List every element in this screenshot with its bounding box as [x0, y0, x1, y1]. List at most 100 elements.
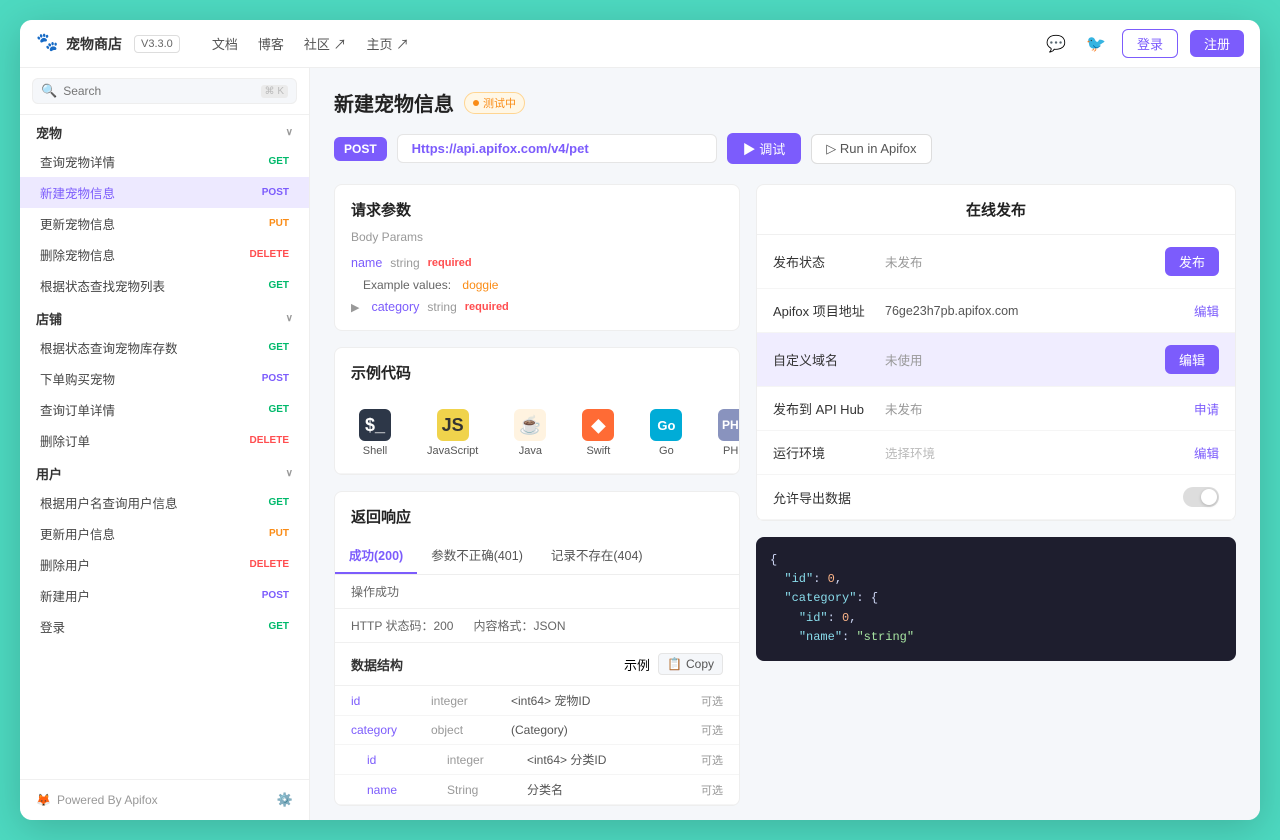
ds-field-name: id	[351, 694, 431, 708]
chevron-icon: ∨	[286, 127, 293, 138]
publish-button[interactable]: 发布	[1165, 247, 1219, 276]
section-header-pets[interactable]: 宠物 ∨	[20, 115, 309, 146]
publish-label: 发布状态	[773, 252, 873, 271]
response-info: 操作成功	[335, 575, 739, 609]
nav-home[interactable]: 主页 ↗	[366, 34, 409, 53]
param-row-category: ▶ category string required	[351, 296, 723, 318]
wechat-icon[interactable]: 💬	[1042, 30, 1070, 58]
publish-value: 未使用	[885, 350, 1153, 369]
edit-env-button[interactable]: 编辑	[1194, 443, 1219, 462]
page-title-row: 新建宠物信息 测试中	[334, 88, 1236, 117]
ds-row-category: category object (Category) 可选	[335, 716, 739, 745]
param-name: name	[351, 256, 382, 270]
run-button[interactable]: ▷ Run in Apifox	[811, 134, 931, 164]
powered-by: 🦊 Powered By Apifox	[36, 793, 158, 807]
sidebar-item-label: 删除订单	[40, 431, 90, 450]
ds-actions: 示例 📋 Copy	[624, 653, 723, 675]
ds-field-name: name	[367, 783, 447, 797]
lang-php[interactable]: PHP PHP	[710, 405, 740, 461]
sidebar-item-list-pets[interactable]: 根据状态查找宠物列表 GET	[20, 270, 309, 301]
sidebar-item-login[interactable]: 登录 GET	[20, 611, 309, 642]
ds-row-id: id integer <int64> 宠物ID 可选	[335, 686, 739, 716]
version-badge[interactable]: V3.3.0	[134, 35, 180, 53]
ds-field-desc: 分类名	[527, 781, 701, 798]
apply-button[interactable]: 申请	[1194, 399, 1219, 418]
sidebar-item-label: 更新用户信息	[40, 524, 115, 543]
sidebar-item-label: 删除宠物信息	[40, 245, 115, 264]
sidebar-item-new-pet[interactable]: 新建宠物信息 POST	[20, 177, 309, 208]
method-badge: POST	[258, 372, 293, 385]
lang-swift[interactable]: ◆ Swift	[574, 405, 622, 461]
method-badge: GET	[264, 496, 293, 509]
sidebar-item-delete-pet[interactable]: 删除宠物信息 DELETE	[20, 239, 309, 270]
register-button[interactable]: 注册	[1190, 30, 1244, 57]
param-type: string	[390, 256, 419, 270]
response-meta: HTTP 状态码：200 内容格式：JSON	[335, 609, 739, 643]
section-header-users[interactable]: 用户 ∨	[20, 456, 309, 487]
sidebar-item-order[interactable]: 下单购买宠物 POST	[20, 363, 309, 394]
tab-200[interactable]: 成功(200)	[335, 537, 417, 574]
method-badge-get: GET	[264, 155, 293, 168]
lang-go[interactable]: Go Go	[642, 405, 690, 461]
sidebar-item-order-detail[interactable]: 查询订单详情 GET	[20, 394, 309, 425]
nav-community[interactable]: 社区 ↗	[304, 34, 347, 53]
sidebar-item-delete-user[interactable]: 删除用户 DELETE	[20, 549, 309, 580]
example-code-card: 示例代码 $_ Shell JS JavaScript ☕	[334, 347, 740, 475]
publish-row-hub: 发布到 API Hub 未发布 申请	[757, 387, 1235, 431]
copy-button[interactable]: 📋 Copy	[658, 653, 723, 675]
java-icon: ☕	[514, 409, 546, 441]
method-badge: DELETE	[246, 558, 293, 571]
js-icon: JS	[437, 409, 469, 441]
url-highlight: /pet	[566, 141, 589, 156]
sidebar-item-get-user[interactable]: 根据用户名查询用户信息 GET	[20, 487, 309, 518]
nav-docs[interactable]: 文档	[212, 34, 238, 53]
status-dot	[473, 100, 479, 106]
search-input[interactable]	[63, 84, 254, 98]
publish-value: 选择环境	[885, 443, 1182, 462]
endpoint-bar: POST Https://api.apifox.com/v4/pet ▶ 调试 …	[334, 133, 1236, 164]
publish-label: 允许导出数据	[773, 488, 873, 507]
debug-button[interactable]: ▶ 调试	[727, 133, 802, 164]
settings-icon[interactable]: ⚙️	[277, 792, 293, 808]
shell-icon: $_	[359, 409, 391, 441]
sidebar-item-label: 根据状态查询宠物库存数	[40, 338, 178, 357]
tab-401[interactable]: 参数不正确(401)	[417, 537, 537, 574]
lang-javascript[interactable]: JS JavaScript	[419, 405, 486, 461]
sidebar-item-stock[interactable]: 根据状态查询宠物库存数 GET	[20, 332, 309, 363]
nav-blog[interactable]: 博客	[258, 34, 284, 53]
sidebar-item-label: 更新宠物信息	[40, 214, 115, 233]
ds-row-cat-id: id integer <int64> 分类ID 可选	[335, 745, 739, 775]
java-label: Java	[519, 445, 542, 457]
swift-label: Swift	[586, 445, 610, 457]
search-icon: 🔍	[41, 83, 57, 99]
method-badge-put: PUT	[265, 217, 293, 230]
edit-button[interactable]: 编辑	[1194, 301, 1219, 320]
logo-icon: 🐾	[36, 32, 60, 56]
app-name: 宠物商店	[66, 34, 122, 54]
export-toggle[interactable]	[1183, 487, 1219, 507]
ds-field-type: object	[431, 723, 511, 737]
example-label: 示例	[624, 655, 650, 674]
sidebar-item-new-user[interactable]: 新建用户 POST	[20, 580, 309, 611]
lang-java[interactable]: ☕ Java	[506, 405, 554, 461]
method-badge: GET	[264, 620, 293, 633]
lang-shell[interactable]: $_ Shell	[351, 405, 399, 461]
publish-value: 未发布	[885, 252, 1153, 271]
sidebar-item-delete-order[interactable]: 删除订单 DELETE	[20, 425, 309, 456]
sidebar-item-label: 查询宠物详情	[40, 152, 115, 171]
go-label: Go	[659, 445, 674, 457]
expand-icon[interactable]: ▶	[351, 301, 359, 314]
section-header-shop[interactable]: 店铺 ∨	[20, 301, 309, 332]
toggle-knob	[1201, 489, 1217, 505]
bird-icon[interactable]: 🐦	[1082, 30, 1110, 58]
method-badge: DELETE	[246, 434, 293, 447]
sidebar-item-update-user[interactable]: 更新用户信息 PUT	[20, 518, 309, 549]
login-button[interactable]: 登录	[1122, 29, 1178, 58]
sidebar-item-update-pet[interactable]: 更新宠物信息 PUT	[20, 208, 309, 239]
data-structure-header: 数据结构 示例 📋 Copy	[335, 643, 739, 686]
page-title: 新建宠物信息	[334, 88, 454, 117]
edit-domain-button[interactable]: 编辑	[1165, 345, 1219, 374]
sidebar-item-get-pet[interactable]: 查询宠物详情 GET	[20, 146, 309, 177]
tab-404[interactable]: 记录不存在(404)	[537, 537, 657, 574]
ds-optional: 可选	[701, 722, 723, 738]
